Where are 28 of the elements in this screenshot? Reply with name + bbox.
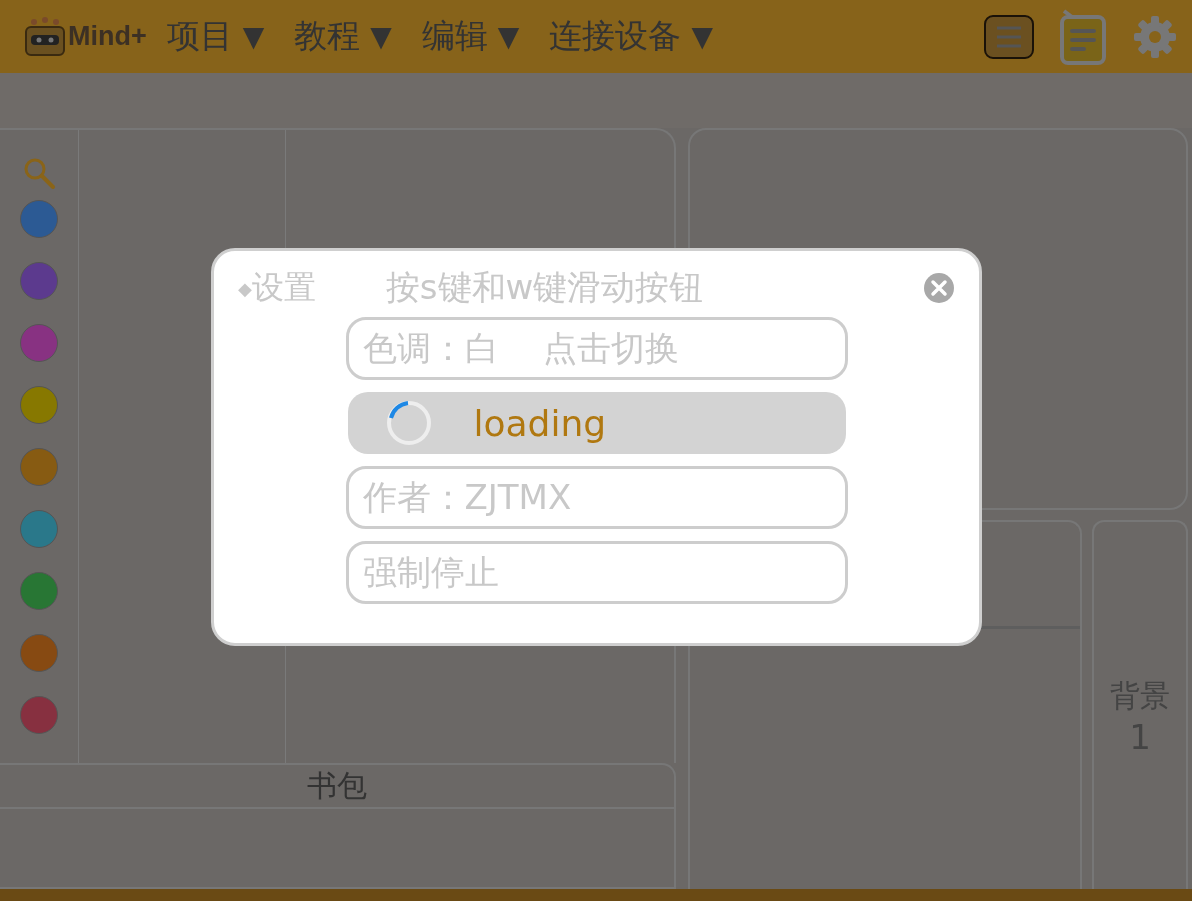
menu-icon[interactable]	[984, 14, 1034, 59]
menu-item[interactable]: 教程 ▼	[294, 14, 392, 59]
category-dot[interactable]	[20, 324, 58, 362]
loading-text: loading	[473, 402, 607, 444]
diamond-bullet: ◆	[238, 277, 252, 299]
settings-icon[interactable]	[1132, 13, 1178, 60]
close-icon[interactable]	[923, 272, 955, 304]
menu-item[interactable]: 项目 ▼	[166, 14, 265, 59]
dropdown-arrow: ▼	[497, 20, 520, 53]
category-dot[interactable]	[20, 200, 58, 238]
dropdown-arrow: ▼	[691, 20, 713, 53]
category-dot[interactable]	[20, 572, 58, 610]
robot-logo-icon	[22, 16, 68, 57]
dropdown-arrow: ▼	[242, 20, 265, 53]
menu-item[interactable]: 连接设备 ▼	[549, 14, 713, 59]
spinner-icon	[385, 400, 432, 446]
category-dot[interactable]	[20, 386, 58, 424]
category-dot[interactable]	[20, 262, 58, 300]
logo-text: Mind+	[68, 21, 147, 52]
notepad-icon[interactable]	[1058, 8, 1108, 65]
dropdown-arrow: ▼	[370, 20, 392, 53]
backpack-title: 书包	[307, 766, 367, 805]
category-dot[interactable]	[20, 634, 58, 672]
category-dot[interactable]	[20, 448, 58, 486]
menu-item[interactable]: 编辑 ▼	[421, 14, 520, 59]
search-icon[interactable]	[22, 156, 56, 190]
category-dot[interactable]	[20, 510, 58, 548]
category-dot[interactable]	[20, 696, 58, 734]
